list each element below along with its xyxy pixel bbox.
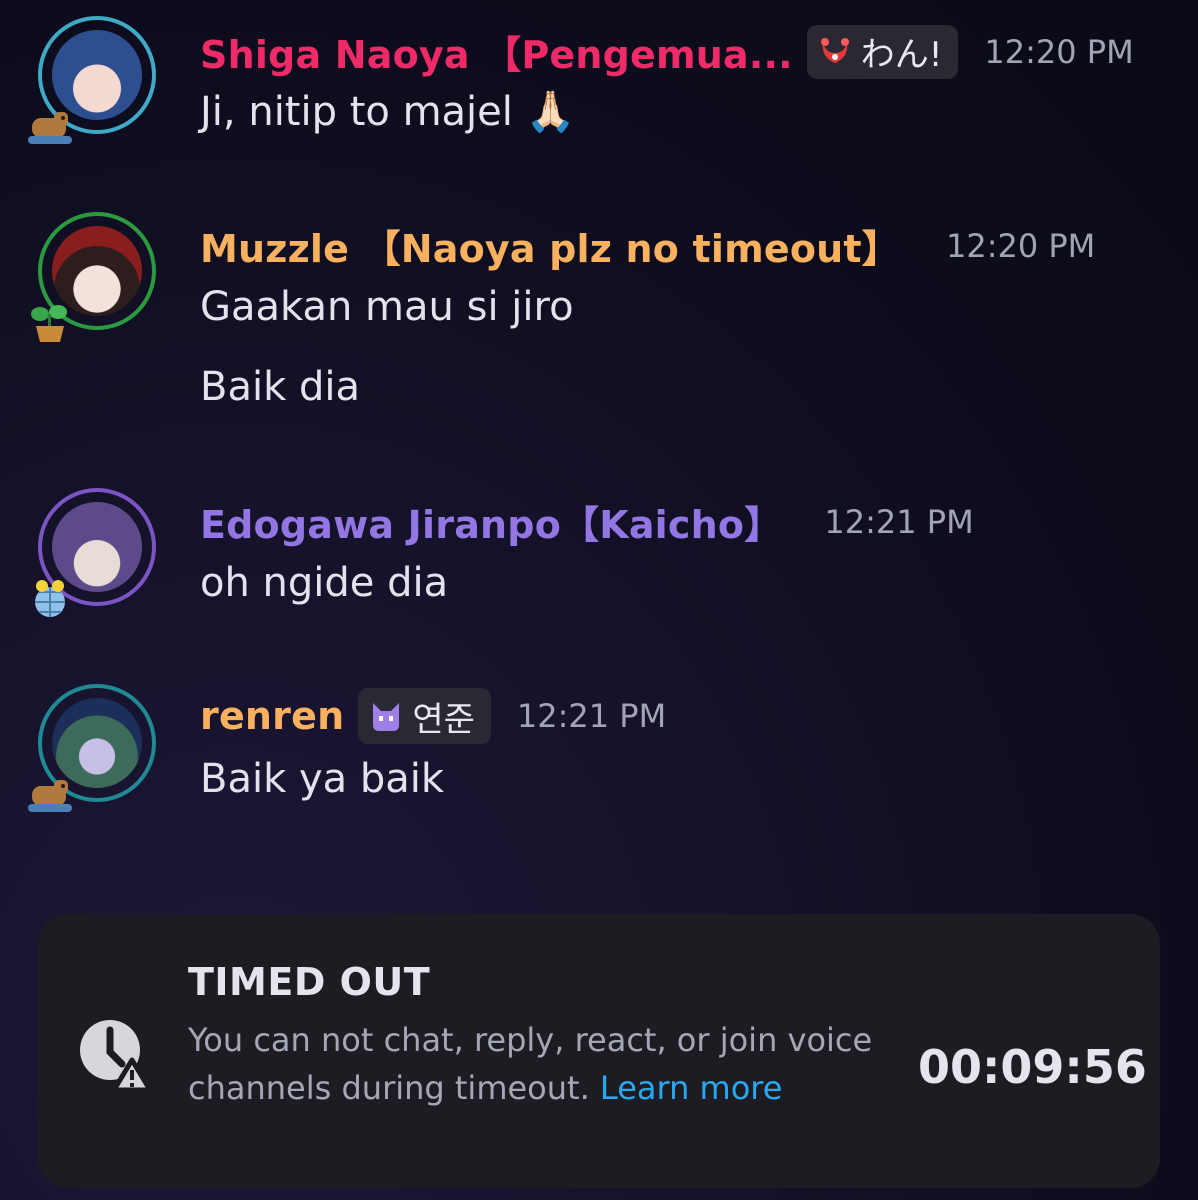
avatar[interactable] bbox=[35, 488, 160, 617]
timestamp: 12:21 PM bbox=[824, 502, 974, 541]
author-name[interactable]: Shiga Naoya 【Pengemua... bbox=[200, 24, 793, 79]
learn-more-link[interactable]: Learn more bbox=[600, 1069, 783, 1107]
avatar[interactable] bbox=[28, 684, 160, 812]
message-text: Gaakan mau si jiro bbox=[200, 284, 574, 330]
capybara-decoration-icon bbox=[26, 770, 74, 818]
guild-tag[interactable]: わん! bbox=[806, 24, 959, 79]
message-text: Baik dia bbox=[200, 364, 360, 410]
guild-tag-label: 연준 bbox=[412, 699, 475, 740]
purple-cat-icon bbox=[368, 698, 404, 734]
timeout-countdown: 00:09:56 bbox=[918, 1040, 1147, 1094]
clock-warning-icon bbox=[76, 1016, 153, 1093]
timeout-title: TIMED OUT bbox=[188, 960, 431, 1004]
message-text: oh ngide dia bbox=[200, 560, 449, 606]
timestamp: 12:20 PM bbox=[984, 32, 1134, 71]
guild-tag-label: わん! bbox=[860, 35, 943, 75]
potted-plant-decoration-icon bbox=[26, 298, 74, 346]
red-crab-icon bbox=[817, 34, 853, 70]
timestamp: 12:21 PM bbox=[516, 697, 667, 735]
avatar[interactable] bbox=[31, 212, 160, 342]
author-name[interactable]: renren bbox=[200, 694, 344, 738]
message-text: Ji, nitip to majel 🙏🏻 bbox=[200, 89, 576, 135]
author-name[interactable]: Edogawa Jiranpo【Kaicho】 bbox=[200, 494, 782, 549]
timestamp: 12:20 PM bbox=[945, 226, 1096, 265]
message-text: Baik ya baik bbox=[200, 756, 445, 802]
avatar[interactable] bbox=[28, 16, 160, 144]
disco-ball-decoration-icon bbox=[26, 574, 74, 622]
author-name[interactable]: Muzzle 【Naoya plz no timeout】 bbox=[200, 218, 900, 273]
capybara-decoration-icon bbox=[26, 102, 74, 150]
timeout-description: You can not chat, reply, react, or join … bbox=[188, 1016, 888, 1112]
guild-tag[interactable]: 연준 bbox=[358, 688, 491, 744]
